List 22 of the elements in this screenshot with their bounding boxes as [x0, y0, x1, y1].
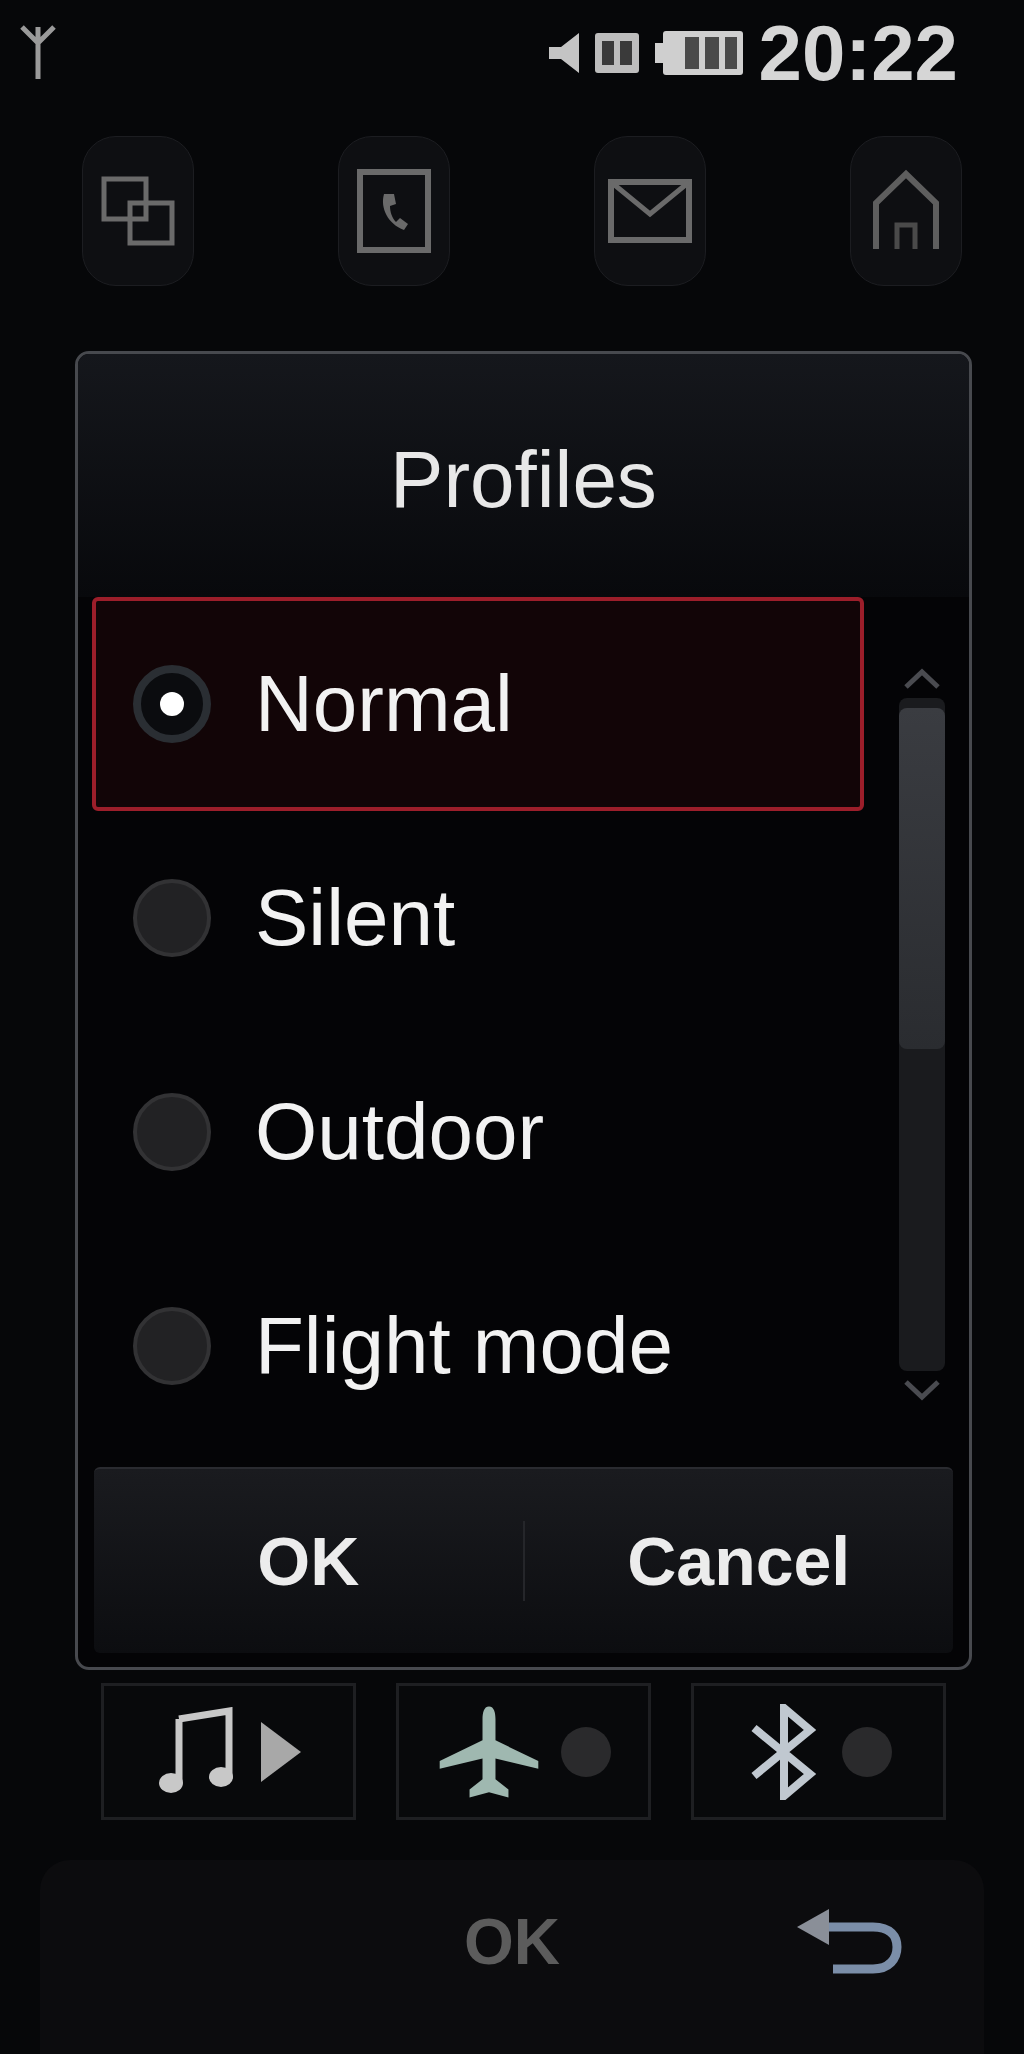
profile-option[interactable]: Flight mode: [92, 1239, 864, 1453]
battery-icon: [654, 29, 745, 77]
profile-option[interactable]: Silent: [92, 811, 864, 1025]
shortcut-button[interactable]: [594, 135, 706, 286]
scroll-thumb[interactable]: [899, 708, 945, 1049]
dialog-title: Profiles: [390, 433, 657, 520]
dialog-button[interactable]: Cancel: [524, 1469, 953, 1653]
phone-icon: [354, 167, 434, 254]
toggle-tile[interactable]: [691, 1683, 946, 1820]
profile-option[interactable]: Normal: [92, 597, 864, 811]
speaker-icon: [548, 33, 579, 73]
status-icon: [592, 31, 641, 75]
play-icon: [260, 1721, 301, 1782]
shortcut-button[interactable]: [82, 135, 194, 286]
toggle-tile[interactable]: [396, 1683, 651, 1820]
antenna-icon: [20, 25, 56, 81]
toggle-tile[interactable]: [101, 1683, 356, 1820]
dialog-button[interactable]: OK: [94, 1469, 523, 1653]
profile-option[interactable]: Outdoor: [92, 1025, 864, 1239]
shortcut-button[interactable]: [338, 135, 450, 286]
shortcut-button[interactable]: [850, 135, 962, 286]
clock-time: 20:22: [758, 14, 958, 92]
